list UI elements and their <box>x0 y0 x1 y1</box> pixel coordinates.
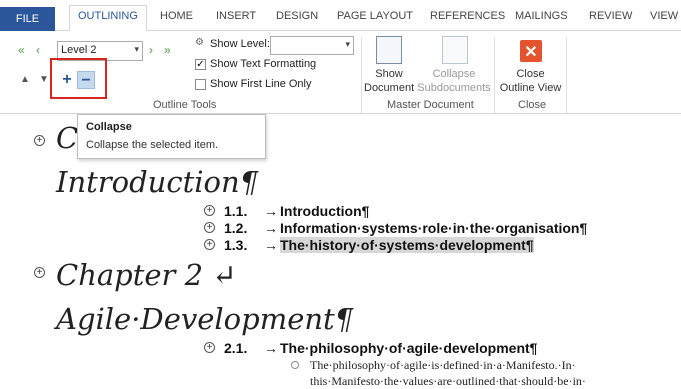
chapter2-heading[interactable]: Chapter 2 ↵ <box>56 258 237 292</box>
close-icon[interactable]: ✕ <box>520 40 542 62</box>
outline-text-selected: The·history·of·systems·development¶ <box>280 237 534 253</box>
collapse-highlight-box <box>50 58 107 99</box>
master-document-group-label: Master Document <box>387 99 474 111</box>
group-divider <box>566 37 567 113</box>
show-first-line-only-checkbox[interactable] <box>195 79 206 90</box>
tab-design[interactable]: DESIGN <box>276 10 318 22</box>
promote-to-heading1-icon[interactable]: « <box>18 43 25 57</box>
tab-page-layout[interactable]: PAGE LAYOUT <box>337 10 413 22</box>
promote-icon[interactable]: ‹ <box>36 43 40 57</box>
move-up-icon[interactable]: ▲ <box>20 74 30 85</box>
demote-icon[interactable]: › <box>149 43 153 57</box>
chapter1-title[interactable]: Introduction¶ <box>56 165 258 199</box>
show-level-label: Show Level: <box>210 38 270 50</box>
chapter1-heading-partial[interactable]: C <box>56 121 78 155</box>
body-text-line-2[interactable]: this·Manifesto·the·values·are·outlined·t… <box>310 374 586 389</box>
outline-text: Introduction¶ <box>280 203 370 219</box>
chevron-down-icon: ▾ <box>345 39 350 49</box>
show-document-label-1: Show <box>375 68 403 80</box>
outline-item-1-2[interactable]: 1.2. → Information·systems·role·in·the·org… <box>224 220 587 236</box>
group-divider <box>361 37 362 113</box>
chapter2-title[interactable]: Agile·Development¶ <box>56 302 353 336</box>
move-down-icon[interactable]: ▼ <box>39 74 49 85</box>
outline-item-2-1[interactable]: 2.1. → The·philosophy·of·agile·development… <box>224 340 537 356</box>
tab-home[interactable]: HOME <box>160 10 193 22</box>
outline-number: 1.3. <box>224 237 248 253</box>
expand-outline-icon[interactable]: + <box>204 342 215 353</box>
ribbon: « ‹ Level 2 ▾ › » ▲ ▼ + − ⚙ Show Level: … <box>0 31 681 114</box>
show-first-line-only-label: Show First Line Only <box>210 78 312 90</box>
outline-item-1-3[interactable]: 1.3. → The·history·of·systems·development¶ <box>224 237 534 253</box>
group-divider <box>494 37 495 113</box>
tab-review[interactable]: REVIEW <box>589 10 632 22</box>
tab-arrow: → <box>264 340 278 356</box>
demote-to-body-text-icon[interactable]: » <box>164 43 171 57</box>
checkmark-icon: ✓ <box>196 59 205 70</box>
expand-outline-icon[interactable]: + <box>204 222 215 233</box>
tab-view[interactable]: VIEW <box>650 10 678 22</box>
tab-references[interactable]: REFERENCES <box>430 10 505 22</box>
tab-mailings[interactable]: MAILINGS <box>515 10 568 22</box>
tab-outlining[interactable]: OUTLINING <box>69 5 147 32</box>
outline-tools-group-label: Outline Tools <box>153 99 217 111</box>
expand-outline-icon[interactable]: + <box>204 239 215 250</box>
show-level-dropdown[interactable]: ▾ <box>270 36 354 55</box>
tab-insert[interactable]: INSERT <box>216 10 256 22</box>
tab-arrow: → <box>264 220 278 236</box>
outline-item-1-1[interactable]: 1.1. → Introduction¶ <box>224 203 369 219</box>
body-text-bullet-icon[interactable] <box>291 361 299 369</box>
close-label-1: Close <box>516 68 545 80</box>
close-label-2: Outline View <box>499 82 562 94</box>
close-outline-view-button[interactable]: Close Outline View <box>497 67 564 95</box>
collapse-subdocs-label-1: Collapse <box>432 68 476 80</box>
outline-number: 2.1. <box>224 340 248 356</box>
expand-outline-icon[interactable]: + <box>34 267 45 278</box>
show-text-formatting-checkbox[interactable]: ✓ <box>195 59 206 70</box>
ribbon-tabs: FILE OUTLINING HOME INSERT DESIGN PAGE L… <box>0 0 681 32</box>
tooltip-description: Collapse the selected item. <box>86 139 219 151</box>
chevron-down-icon: ▾ <box>134 44 139 54</box>
tab-arrow: → <box>264 203 278 219</box>
collapse-subdocuments-icon <box>442 36 468 64</box>
outline-text: Information·systems·role·in·the·organisa… <box>280 220 588 236</box>
collapse-tooltip: Collapse Collapse the selected item. <box>77 114 266 159</box>
tab-file[interactable]: FILE <box>0 7 55 31</box>
show-document-icon[interactable] <box>376 36 402 64</box>
outline-number: 1.1. <box>224 203 248 219</box>
expand-outline-icon[interactable]: + <box>34 135 45 146</box>
outline-text: The·philosophy·of·agile·development¶ <box>280 340 538 356</box>
outline-number: 1.2. <box>224 220 248 236</box>
show-level-icon: ⚙ <box>195 37 204 48</box>
collapse-subdocs-label-2: Subdocuments <box>417 82 491 94</box>
show-document-label-2: Document <box>364 82 415 94</box>
close-group-label: Close <box>518 99 547 111</box>
expand-outline-icon[interactable]: + <box>204 205 215 216</box>
show-document-button[interactable]: Show Document <box>364 67 414 95</box>
outline-level-value: Level 2 <box>61 44 97 56</box>
show-text-formatting-label: Show Text Formatting <box>210 58 317 70</box>
tooltip-title: Collapse <box>86 121 132 133</box>
tab-arrow: → <box>264 237 278 253</box>
collapse-subdocuments-button[interactable]: Collapse Subdocuments <box>416 67 492 95</box>
body-text-line-1[interactable]: The·philosophy·of·agile·is·defined·in·a·… <box>310 358 576 373</box>
